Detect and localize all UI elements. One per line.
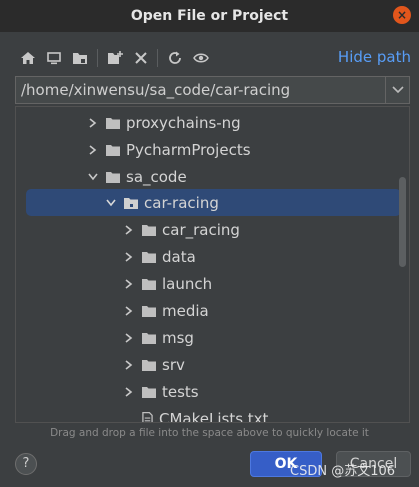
- chevron-down-icon: [391, 86, 404, 94]
- chevron-down-icon[interactable]: [86, 170, 100, 184]
- tree-item[interactable]: msg: [16, 324, 396, 351]
- tree-item-label: tests: [162, 382, 199, 401]
- hide-path-link[interactable]: Hide path: [338, 48, 411, 66]
- tree-item[interactable]: tests: [16, 378, 396, 405]
- tree-item-label: car-racing: [144, 193, 219, 212]
- tree-item-label: PycharmProjects: [126, 140, 251, 159]
- path-input[interactable]: [16, 77, 385, 103]
- dialog-title: Open File or Project: [130, 8, 289, 24]
- tree-item-label: media: [162, 301, 209, 320]
- tree-item[interactable]: CMakeLists.txt: [16, 405, 396, 423]
- tree-item[interactable]: proxychains-ng: [16, 109, 396, 136]
- drag-drop-hint: Drag and drop a file into the space abov…: [50, 427, 369, 439]
- chevron-right-icon[interactable]: [122, 277, 136, 291]
- chevron-right-icon[interactable]: [86, 143, 100, 157]
- close-button[interactable]: ×: [393, 6, 411, 24]
- desktop-icon[interactable]: [44, 48, 63, 68]
- tree-item-label: car_racing: [162, 220, 240, 239]
- tree-item-label: srv: [162, 355, 185, 374]
- tree-item[interactable]: PycharmProjects: [16, 136, 396, 163]
- folder-icon: [106, 117, 120, 129]
- refresh-icon[interactable]: [165, 48, 184, 68]
- folder-icon: [142, 359, 156, 371]
- tree-item-label: data: [162, 247, 196, 266]
- watermark: CSDN @苏文106: [290, 464, 396, 479]
- chevron-right-icon[interactable]: [122, 304, 136, 318]
- tree-item-selected[interactable]: car-racing: [26, 189, 401, 216]
- tree-item-label: sa_code: [126, 167, 187, 186]
- tree-item-label: proxychains-ng: [126, 113, 241, 132]
- tree-item-label: launch: [162, 274, 213, 293]
- folder-icon: [106, 171, 120, 183]
- project-folder-icon[interactable]: [71, 48, 90, 68]
- toolbar-separator: [96, 49, 98, 67]
- delete-icon[interactable]: [131, 48, 150, 68]
- project-folder-icon: [124, 197, 138, 209]
- tree-item[interactable]: launch: [16, 270, 396, 297]
- text-file-icon: [142, 411, 153, 422]
- folder-icon: [142, 386, 156, 398]
- folder-icon: [142, 224, 156, 236]
- tree-item[interactable]: data: [16, 243, 396, 270]
- path-bar: [15, 76, 410, 104]
- file-toolbar: [18, 46, 218, 70]
- chevron-right-icon[interactable]: [122, 250, 136, 264]
- tree-item-label: msg: [162, 328, 194, 347]
- chevron-right-icon[interactable]: [122, 223, 136, 237]
- tree-item-label: CMakeLists.txt: [159, 409, 269, 423]
- tree-item[interactable]: sa_code: [16, 163, 396, 190]
- tree-scrollbar[interactable]: [399, 177, 406, 267]
- chevron-right-icon[interactable]: [122, 331, 136, 345]
- file-tree: proxychains-ng PycharmProjects sa_code c…: [15, 106, 410, 423]
- folder-icon: [106, 144, 120, 156]
- chevron-right-icon[interactable]: [122, 385, 136, 399]
- folder-icon: [142, 251, 156, 263]
- toolbar-separator: [157, 49, 159, 67]
- show-hidden-icon[interactable]: [192, 48, 211, 68]
- chevron-right-icon[interactable]: [122, 358, 136, 372]
- tree-item[interactable]: car_racing: [16, 216, 396, 243]
- path-history-dropdown[interactable]: [385, 77, 409, 103]
- folder-icon: [142, 305, 156, 317]
- home-icon[interactable]: [18, 48, 37, 68]
- tree-item[interactable]: srv: [16, 351, 396, 378]
- folder-icon: [142, 278, 156, 290]
- chevron-down-icon[interactable]: [104, 196, 118, 210]
- new-folder-icon[interactable]: [105, 48, 124, 68]
- help-button[interactable]: ?: [15, 453, 37, 475]
- folder-icon: [142, 332, 156, 344]
- tree-item[interactable]: media: [16, 297, 396, 324]
- chevron-right-icon[interactable]: [86, 116, 100, 130]
- title-bar: Open File or Project ×: [0, 0, 419, 32]
